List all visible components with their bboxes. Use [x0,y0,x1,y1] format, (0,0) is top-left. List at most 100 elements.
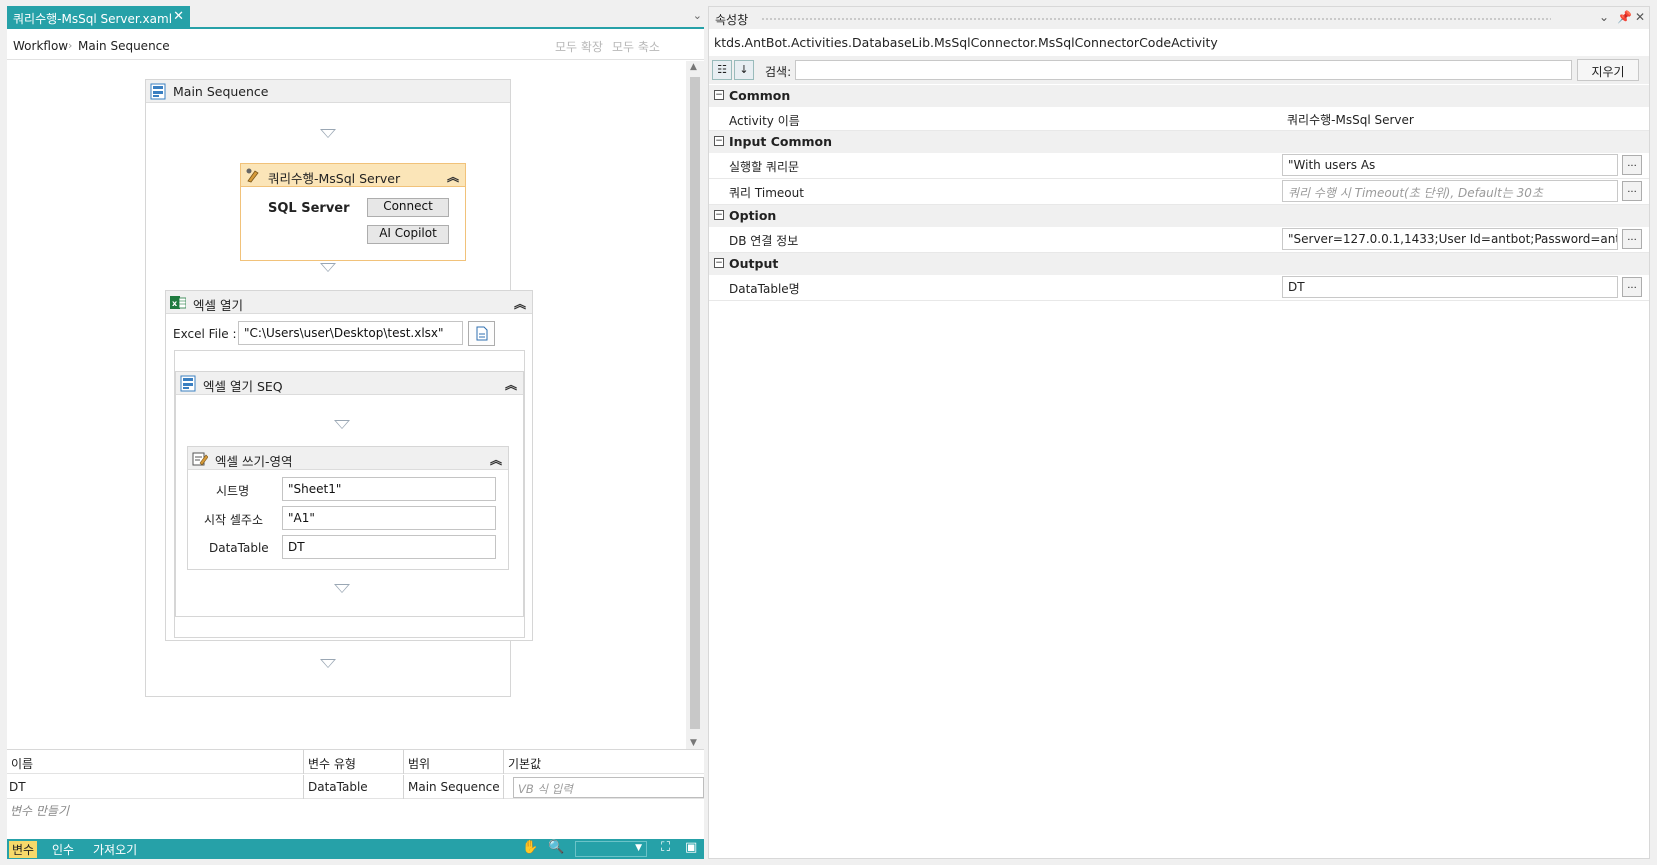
excel-open-activity[interactable]: x 엑셀 열기 ︽ Excel File : "C:\Users\user\De… [165,290,533,641]
variable-scope-cell[interactable]: Main Sequence [404,775,504,799]
properties-panel: 속성창 ⌄ 📌 ✕ ktds.AntBot.Activities.Databas… [708,6,1650,859]
collapse-icon[interactable]: ︽ [490,451,502,468]
scroll-up-icon[interactable]: ▲ [690,62,697,72]
property-name: Activity 이름 [729,114,800,128]
property-name: DataTable명 [729,282,800,296]
edit-query-button[interactable]: ... [1622,155,1642,175]
collapse-category-icon[interactable]: − [714,90,724,100]
excel-icon: x [170,296,186,309]
category-input-common[interactable]: − Input Common [709,131,1649,153]
table-row[interactable]: DT DataTable Main Sequence VB 식 입력 [7,775,704,799]
excel-seq-activity[interactable]: 엑셀 열기 SEQ ︽ 엑셀 쓰기-영역 ︽ 시트명 "Sheet1" 시작 셀… [175,371,524,617]
clear-button[interactable]: 지우기 [1577,59,1639,81]
timeout-value[interactable]: 쿼리 수행 시 Timeout(초 단위), Default는 30초 [1282,180,1618,202]
panel-grip[interactable] [761,17,1551,22]
tab-arguments[interactable]: 인수 [49,841,77,858]
property-name: 쿼리 Timeout [729,186,804,200]
expand-all-button[interactable]: 모두 확장 [555,38,603,55]
category-output[interactable]: − Output [709,253,1649,275]
excel-open-body: 엑셀 열기 SEQ ︽ 엑셀 쓰기-영역 ︽ 시트명 "Sheet1" 시작 셀… [174,350,525,638]
sort-az-icon[interactable]: ↓ [734,60,754,80]
sql-server-activity[interactable]: 쿼리수행-MsSql Server ︽ SQL Server Connect A… [240,163,466,261]
chevron-down-icon[interactable]: ⌄ [693,9,702,22]
edit-connection-button[interactable]: ... [1622,229,1642,249]
categorized-icon[interactable]: ☷ [712,60,732,80]
document-tab[interactable]: 쿼리수행-MsSql Server.xaml ✕ [7,6,190,29]
variable-default-input[interactable]: VB 식 입력 [513,777,704,798]
property-row-connection[interactable]: DB 연결 정보 "Server=127.0.0.1,1433;User Id=… [709,227,1649,253]
category-label: Option [729,208,777,223]
canvas-scrollbar[interactable]: ▲ ▼ [686,61,704,749]
start-cell-field[interactable]: "A1" [282,506,496,530]
property-name: DB 연결 정보 [729,234,799,248]
collapse-icon[interactable]: ︽ [514,295,526,312]
create-variable-link[interactable]: 변수 만들기 [10,802,69,819]
collapse-all-button[interactable]: 모두 축소 [612,38,660,55]
breadcrumb-main-sequence[interactable]: Main Sequence [78,39,170,53]
browse-file-button[interactable] [468,321,495,346]
pin-icon[interactable]: 📌 [1617,10,1632,24]
search-label: 검색: [765,65,792,79]
property-row-timeout[interactable]: 쿼리 Timeout 쿼리 수행 시 Timeout(초 단위), Defaul… [709,179,1649,205]
collapse-category-icon[interactable]: − [714,136,724,146]
hand-icon[interactable]: ✋ [522,840,538,855]
collapse-icon[interactable]: ︽ [447,168,459,185]
drop-target-arrow[interactable] [320,263,336,272]
sql-server-label: SQL Server [268,201,350,216]
column-header-scope[interactable]: 범위 [404,750,504,774]
column-header-type[interactable]: 변수 유형 [304,750,404,774]
edit-datatable-button[interactable]: ... [1622,277,1642,297]
properties-title: 속성창 [715,13,749,27]
activity-type-name: ktds.AntBot.Activities.DatabaseLib.MsSql… [714,35,1218,50]
ai-copilot-button[interactable]: AI Copilot [367,225,449,244]
column-header-name[interactable]: 이름 [7,750,304,774]
activity-name-value[interactable]: 쿼리수행-MsSql Server [1282,108,1618,130]
category-label: Common [729,88,791,103]
sheet-name-field[interactable]: "Sheet1" [282,477,496,501]
property-row-activity-name[interactable]: Activity 이름 쿼리수행-MsSql Server [709,107,1649,131]
datatable-name-value[interactable]: DT [1282,276,1618,298]
overview-icon[interactable]: ▣ [685,840,697,855]
scrollbar-thumb[interactable] [690,77,700,729]
drop-target-arrow[interactable] [334,584,350,593]
property-row-datatable[interactable]: DataTable명 DT ... [709,275,1649,301]
search-icon[interactable]: 🔍 [548,840,564,855]
file-icon [476,326,488,341]
chevron-down-icon[interactable]: ⌄ [1599,10,1609,24]
category-option[interactable]: − Option [709,205,1649,227]
tab-variables[interactable]: 변수 [9,841,38,858]
variable-name-cell[interactable]: DT [7,775,304,799]
close-icon[interactable]: ✕ [173,9,184,24]
excel-seq-header: 엑셀 열기 SEQ ︽ [176,372,523,395]
excel-write-title: 엑셀 쓰기-영역 [215,454,293,469]
connection-value[interactable]: "Server=127.0.0.1,1433;User Id=antbot;Pa… [1282,228,1618,250]
connect-button[interactable]: Connect [367,198,449,217]
drop-target-arrow[interactable] [334,420,350,429]
property-row-query[interactable]: 실행할 쿼리문 "With users As ... [709,153,1649,179]
excel-write-header: 엑셀 쓰기-영역 ︽ [188,447,508,470]
main-sequence-title: Main Sequence [173,84,269,99]
query-value[interactable]: "With users As [1282,154,1618,176]
category-common[interactable]: − Common [709,85,1649,107]
edit-timeout-button[interactable]: ... [1622,181,1642,201]
column-header-default[interactable]: 기본값 [504,750,704,774]
scroll-down-icon[interactable]: ▼ [690,738,697,748]
close-icon[interactable]: ✕ [1635,10,1645,24]
fit-screen-icon[interactable]: ⛶ [661,840,670,855]
drop-target-arrow[interactable] [320,129,336,138]
designer-panel: 쿼리수행-MsSql Server.xaml ✕ ⌄ Workflow › Ma… [7,6,704,859]
property-search-input[interactable] [795,60,1572,80]
breadcrumb-separator: › [68,39,73,52]
variable-type-cell[interactable]: DataTable [304,775,404,799]
drop-target-arrow[interactable] [320,659,336,668]
collapse-category-icon[interactable]: − [714,258,724,268]
zoom-dropdown[interactable]: ▼ [575,841,647,857]
collapse-category-icon[interactable]: − [714,210,724,220]
tab-imports[interactable]: 가져오기 [90,841,140,858]
collapse-icon[interactable]: ︽ [505,376,517,393]
breadcrumb-workflow[interactable]: Workflow [13,39,68,53]
excel-write-activity[interactable]: 엑셀 쓰기-영역 ︽ 시트명 "Sheet1" 시작 셀주소 "A1" Data… [187,446,509,570]
excel-file-field[interactable]: "C:\Users\user\Desktop\test.xlsx" [238,321,463,345]
datatable-field[interactable]: DT [282,535,496,559]
designer-bottom-bar: 변수 인수 가져오기 ✋ 🔍 ▼ ⛶ ▣ [7,839,704,859]
